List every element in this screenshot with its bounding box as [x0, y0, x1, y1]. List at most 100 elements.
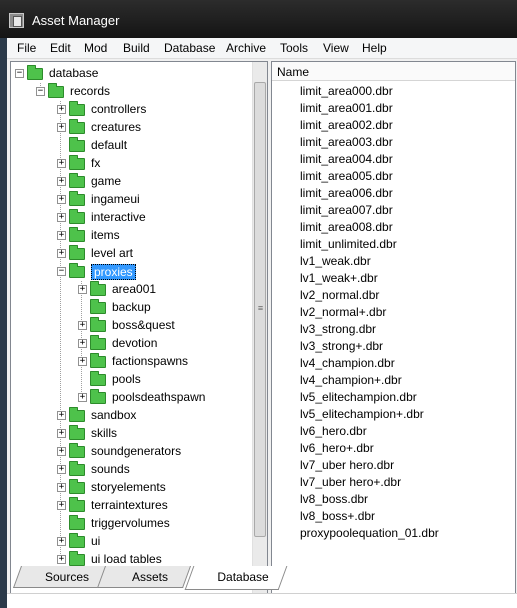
tree-node-label: poolsdeathspawn	[112, 390, 206, 404]
folder-icon	[69, 227, 85, 242]
tree-node-label: creatures	[91, 120, 142, 134]
file-list-item[interactable]: lv1_weak+.dbr	[300, 271, 378, 285]
expand-icon[interactable]: +	[78, 339, 87, 348]
menu-view[interactable]: View	[323, 41, 349, 55]
expand-icon[interactable]: +	[57, 177, 66, 186]
tab-label: Database	[217, 570, 269, 584]
expand-icon[interactable]: +	[57, 231, 66, 240]
folder-icon	[69, 407, 85, 422]
tree-node-label: pools	[112, 372, 141, 386]
folder-icon	[27, 65, 43, 80]
database-tree[interactable]: − database − records + controllers + creatures d…	[10, 61, 268, 599]
app-icon[interactable]	[9, 13, 24, 28]
menu-help[interactable]: Help	[362, 41, 387, 55]
tab-database[interactable]: Database	[184, 566, 288, 590]
collapse-icon[interactable]: −	[57, 267, 66, 276]
menu-database[interactable]: Database	[164, 41, 215, 55]
folder-icon	[69, 425, 85, 440]
tree-node-label: boss&quest	[112, 318, 175, 332]
folder-icon	[69, 173, 85, 188]
tree-node-label: proxies	[91, 264, 136, 280]
file-list-item[interactable]: lv3_strong.dbr	[300, 322, 376, 336]
file-list-item[interactable]: limit_area002.dbr	[300, 118, 393, 132]
expand-icon[interactable]: +	[57, 105, 66, 114]
expand-icon[interactable]: +	[57, 195, 66, 204]
folder-icon	[90, 371, 106, 386]
tree-node-label: game	[91, 174, 122, 188]
tab-assets[interactable]: Assets	[96, 566, 192, 588]
file-list-item[interactable]: limit_area000.dbr	[300, 84, 393, 98]
folder-icon	[90, 299, 106, 314]
folder-icon	[69, 155, 85, 170]
file-list-item[interactable]: lv5_elitechampion.dbr	[300, 390, 417, 404]
menu-edit[interactable]: Edit	[50, 41, 71, 55]
file-list-item[interactable]: limit_area005.dbr	[300, 169, 393, 183]
expand-icon[interactable]: +	[78, 393, 87, 402]
menu-tools[interactable]: Tools	[280, 41, 308, 55]
file-list-item[interactable]: lv4_champion.dbr	[300, 356, 395, 370]
tree-node-label: items	[91, 228, 120, 242]
folder-icon	[69, 137, 85, 152]
menu-file[interactable]: File	[17, 41, 36, 55]
file-list-item[interactable]: lv4_champion+.dbr	[300, 373, 402, 387]
file-list-item[interactable]: limit_area006.dbr	[300, 186, 393, 200]
tree-scrollbar[interactable]: ≡	[252, 62, 267, 598]
expand-icon[interactable]: +	[57, 159, 66, 168]
file-list-item[interactable]: lv5_elitechampion+.dbr	[300, 407, 424, 421]
folder-icon	[69, 479, 85, 494]
tree-node-label: ui	[91, 534, 101, 548]
folder-icon	[69, 263, 85, 278]
expand-icon[interactable]: +	[57, 249, 66, 258]
folder-icon	[90, 389, 106, 404]
expand-icon[interactable]: +	[57, 429, 66, 438]
file-list-item[interactable]: limit_area004.dbr	[300, 152, 393, 166]
tree-node-label: soundgenerators	[91, 444, 182, 458]
tree-node-label: default	[91, 138, 128, 152]
file-list-item[interactable]: lv8_boss+.dbr	[300, 509, 375, 523]
column-header-name[interactable]: Name	[272, 62, 515, 81]
file-list-item[interactable]: lv7_uber hero.dbr	[300, 458, 394, 472]
expand-icon[interactable]: +	[57, 213, 66, 222]
expand-icon[interactable]: +	[57, 537, 66, 546]
tab-sources[interactable]: Sources	[12, 566, 108, 588]
file-list-item[interactable]: limit_area003.dbr	[300, 135, 393, 149]
file-list-item[interactable]: lv2_normal+.dbr	[300, 305, 386, 319]
file-list-item[interactable]: lv7_uber hero+.dbr	[300, 475, 401, 489]
tree-node-label: sounds	[91, 462, 130, 476]
tree-node-label: ingameui	[91, 192, 140, 206]
menu-archive[interactable]: Archive	[226, 41, 266, 55]
status-bar	[7, 593, 517, 608]
menu-mod[interactable]: Mod	[84, 41, 107, 55]
expand-icon[interactable]: +	[57, 483, 66, 492]
file-list-item[interactable]: lv2_normal.dbr	[300, 288, 379, 302]
file-list-item[interactable]: lv8_boss.dbr	[300, 492, 368, 506]
file-list-item[interactable]: lv6_hero+.dbr	[300, 441, 374, 455]
expand-icon[interactable]: +	[78, 285, 87, 294]
expand-icon[interactable]: +	[57, 411, 66, 420]
file-list-item[interactable]: proxypoolequation_01.dbr	[300, 526, 439, 540]
folder-icon	[90, 281, 106, 296]
file-list-item[interactable]: lv3_strong+.dbr	[300, 339, 383, 353]
file-list-item[interactable]: lv6_hero.dbr	[300, 424, 367, 438]
expand-icon[interactable]: +	[78, 357, 87, 366]
file-list-item[interactable]: limit_area008.dbr	[300, 220, 393, 234]
file-list-item[interactable]: limit_area001.dbr	[300, 101, 393, 115]
folder-icon	[69, 119, 85, 134]
expand-icon[interactable]: +	[78, 321, 87, 330]
column-header-label: Name	[277, 65, 310, 79]
file-list-item[interactable]: limit_area007.dbr	[300, 203, 393, 217]
expand-icon[interactable]: +	[57, 465, 66, 474]
menu-build[interactable]: Build	[123, 41, 150, 55]
expand-icon[interactable]: +	[57, 447, 66, 456]
file-list-item[interactable]: lv1_weak.dbr	[300, 254, 371, 268]
expand-icon[interactable]: +	[57, 501, 66, 510]
folder-icon	[90, 353, 106, 368]
tree-node-label: factionspawns	[112, 354, 189, 368]
file-list[interactable]: Name limit_area000.dbr limit_area001.dbrl…	[271, 61, 516, 599]
expand-icon[interactable]: +	[57, 123, 66, 132]
scrollbar-thumb[interactable]: ≡	[254, 82, 266, 537]
collapse-icon[interactable]: −	[15, 69, 24, 78]
expand-icon[interactable]: +	[57, 555, 66, 564]
collapse-icon[interactable]: −	[36, 87, 45, 96]
file-list-item[interactable]: limit_unlimited.dbr	[300, 237, 397, 251]
